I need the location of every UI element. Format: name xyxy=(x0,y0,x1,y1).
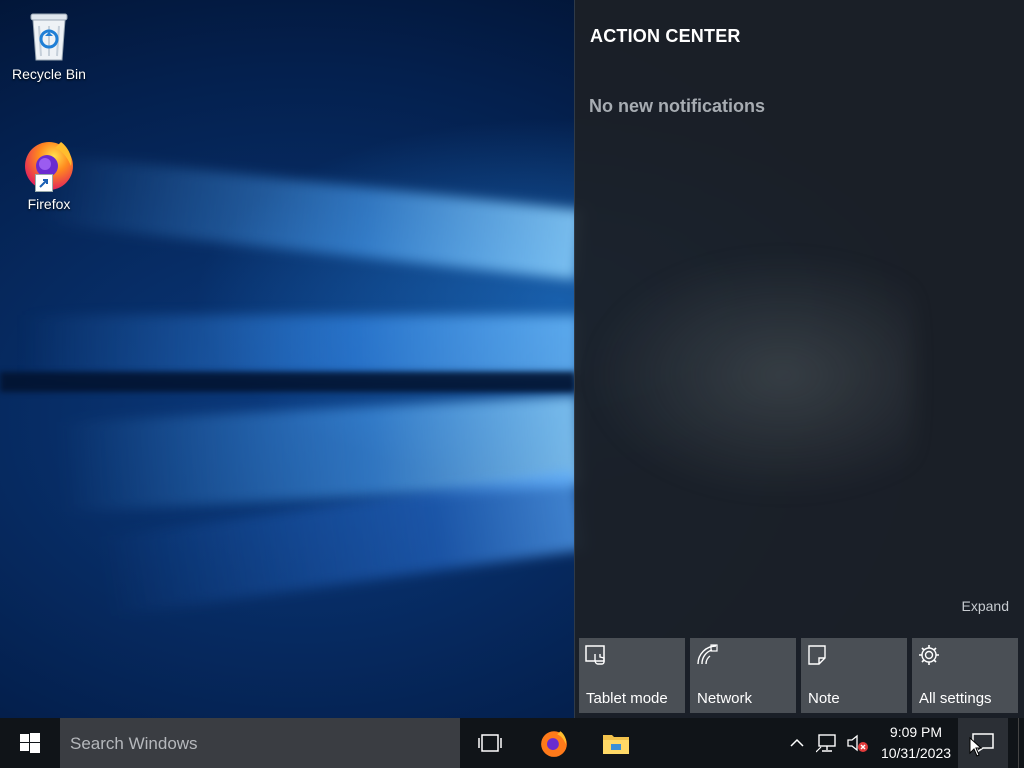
quick-action-tablet-mode[interactable]: Tablet mode xyxy=(579,638,685,713)
desktop-icon-label: Firefox xyxy=(27,196,71,212)
quick-action-label: Note xyxy=(808,690,840,707)
task-view-button[interactable] xyxy=(460,718,520,768)
action-center-button[interactable] xyxy=(958,718,1008,768)
tablet-mode-icon xyxy=(585,644,607,666)
start-button[interactable] xyxy=(0,718,60,768)
quick-action-label: Tablet mode xyxy=(586,690,668,707)
file-explorer-icon xyxy=(603,735,629,754)
recycle-bin-icon xyxy=(27,8,71,62)
quick-actions: Tablet mode Network Note All settings xyxy=(579,638,1018,713)
shortcut-arrow-icon xyxy=(35,174,53,192)
show-desktop-button[interactable] xyxy=(1018,718,1024,768)
quick-action-label: Network xyxy=(697,690,753,707)
action-center-title: ACTION CENTER xyxy=(590,26,741,46)
system-clock[interactable]: 9:09 PM 10/31/2023 xyxy=(874,722,958,764)
firefox-icon xyxy=(541,731,567,757)
show-hidden-icons-chevron-icon[interactable] xyxy=(786,732,808,754)
desktop-icon-recycle-bin[interactable]: Recycle Bin xyxy=(4,8,94,82)
network-icon xyxy=(696,644,718,666)
mouse-cursor-icon xyxy=(969,737,983,757)
taskbar-firefox-button[interactable] xyxy=(524,718,584,768)
search-placeholder: Search Windows xyxy=(70,734,198,753)
quick-action-all-settings[interactable]: All settings xyxy=(912,638,1018,713)
wallpaper-light-beam xyxy=(20,315,580,375)
wallpaper-light-beam xyxy=(39,153,584,280)
clock-time: 9:09 PM xyxy=(889,724,943,740)
windows-logo-icon xyxy=(20,733,40,753)
search-box[interactable]: Search Windows xyxy=(60,718,460,768)
desktop-icon-firefox[interactable]: Firefox xyxy=(4,136,94,212)
quick-action-note[interactable]: Note xyxy=(801,638,907,713)
wallpaper-shadow-band xyxy=(0,372,575,392)
task-view-icon xyxy=(478,734,502,752)
no-notifications-message: No new notifications xyxy=(589,96,766,116)
desktop-icon-label: Recycle Bin xyxy=(12,66,86,82)
taskbar: Search Windows 9:09 PM 10/31/2023 xyxy=(0,718,1024,768)
volume-muted-icon[interactable] xyxy=(846,732,870,754)
network-status-icon[interactable] xyxy=(815,732,840,754)
expand-quick-actions-link[interactable]: Expand xyxy=(962,598,1009,614)
taskbar-file-explorer-button[interactable] xyxy=(586,718,646,768)
action-center-panel: ACTION CENTER No new notifications Expan… xyxy=(574,0,1024,718)
firefox-icon xyxy=(21,136,77,192)
clock-date: 10/31/2023 xyxy=(880,745,952,761)
quick-action-label: All settings xyxy=(919,690,992,707)
quick-action-network[interactable]: Network xyxy=(690,638,796,713)
note-icon xyxy=(807,644,829,666)
background-blur xyxy=(585,250,915,500)
settings-gear-icon xyxy=(918,644,940,666)
